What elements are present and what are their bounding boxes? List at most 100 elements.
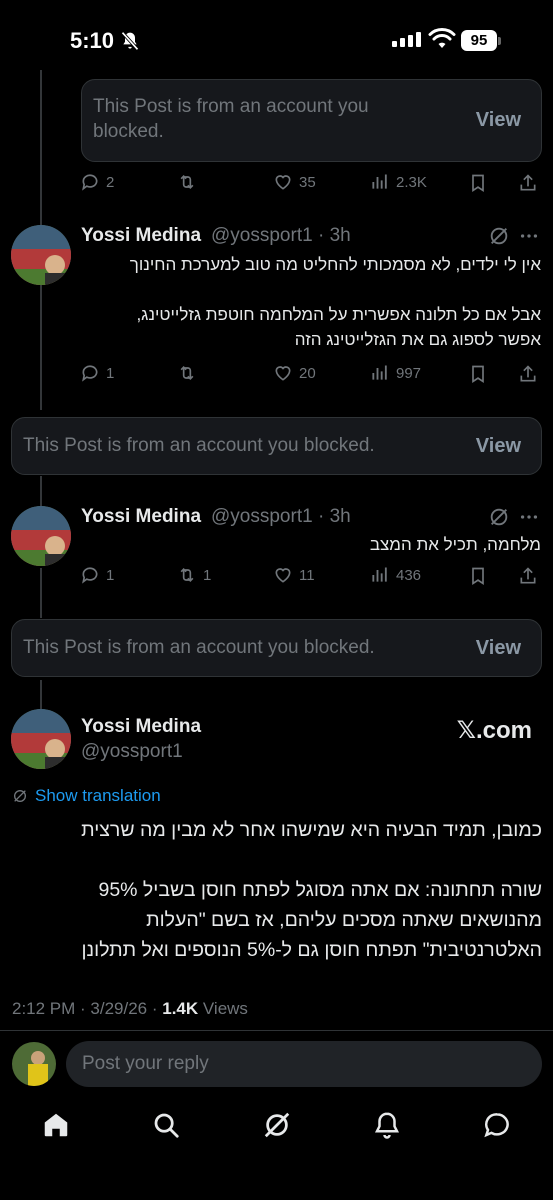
- author-handle[interactable]: @yossport1: [211, 506, 313, 528]
- user-avatar-image: [12, 1042, 56, 1086]
- blocked-post-text: This Post is from an account you blocked…: [23, 435, 375, 456]
- reply-count: 1: [106, 364, 115, 382]
- share-icon[interactable]: [518, 363, 538, 385]
- avatar[interactable]: [11, 709, 71, 769]
- x-com-badge: 𝕏.com: [456, 717, 532, 744]
- action-bar: 1 20 997: [80, 363, 540, 387]
- avatar[interactable]: [11, 506, 71, 566]
- like-count: 35: [299, 173, 316, 191]
- like-icon: [275, 568, 291, 583]
- divider: [0, 1030, 553, 1031]
- avatar[interactable]: [11, 225, 71, 285]
- views-count: 2.3K: [396, 173, 427, 191]
- repost-icon: [180, 365, 194, 381]
- repost-icon: [180, 567, 194, 583]
- bookmark-icon[interactable]: [468, 363, 488, 385]
- author-handle[interactable]: @yossport1: [81, 741, 183, 763]
- avatar-image: [11, 709, 71, 769]
- grok-icon[interactable]: [262, 1110, 292, 1140]
- blocked-post-card[interactable]: This Post is from an account you blocked…: [11, 417, 542, 475]
- views-label: Views: [198, 999, 248, 1018]
- notifications-icon[interactable]: [372, 1110, 402, 1140]
- battery-indicator: 95: [461, 30, 497, 51]
- reply-button[interactable]: 2: [80, 172, 114, 192]
- search-icon[interactable]: [151, 1110, 181, 1140]
- blocked-post-card[interactable]: This Post is from an account you blocked…: [81, 79, 542, 162]
- reply-input[interactable]: Post your reply: [66, 1041, 542, 1087]
- more-icon[interactable]: [518, 506, 540, 528]
- blocked-post-text: This Post is from an account you blocked…: [93, 96, 369, 142]
- avatar-image: [11, 225, 71, 285]
- grok-icon[interactable]: [488, 506, 510, 528]
- thread-line: [40, 476, 42, 506]
- share-icon[interactable]: [518, 172, 538, 194]
- reply-button[interactable]: 1: [80, 565, 114, 585]
- like-count: 11: [299, 566, 315, 584]
- blocked-post-text: This Post is from an account you blocked…: [23, 637, 375, 658]
- thread-line: [40, 680, 42, 710]
- grok-icon[interactable]: [488, 225, 510, 247]
- post-text: אין לי ילדים, לא מסמכותי להחליט מה טוב ל…: [129, 255, 541, 349]
- author-name[interactable]: Yossi Medina: [81, 506, 201, 528]
- show-translation-link[interactable]: Show translation: [35, 786, 161, 806]
- reply-count: 1: [106, 566, 115, 584]
- avatar-image: [11, 506, 71, 566]
- globe-icon: [14, 790, 26, 802]
- signal-icon: [392, 32, 421, 47]
- views-count: 1.4K: [162, 999, 199, 1018]
- views-button[interactable]: 2.3K: [370, 172, 427, 192]
- more-icon[interactable]: [518, 225, 540, 247]
- reply-button[interactable]: 1: [80, 363, 114, 383]
- post-meta: 2:12 PM · 3/29/26 · 1.4K Views: [12, 999, 248, 1019]
- bell-off-icon: [121, 31, 139, 51]
- author-name[interactable]: Yossi Medina: [81, 225, 201, 247]
- views-icon: [372, 365, 387, 380]
- post-text: כמובן, תמיד הבעיה היא שמישהו אחר לא מבין…: [81, 819, 542, 961]
- repost-count: 1: [203, 566, 212, 584]
- view-button[interactable]: View: [476, 637, 521, 660]
- views-count: 436: [396, 566, 422, 584]
- views-icon: [372, 174, 387, 189]
- post-text: מלחמה, תכיל את המצב: [369, 535, 541, 554]
- repost-icon: [180, 174, 194, 190]
- like-count: 20: [299, 364, 316, 382]
- like-icon: [275, 175, 291, 190]
- status-time: 5:10: [70, 28, 115, 53]
- messages-icon[interactable]: [482, 1110, 512, 1140]
- like-button[interactable]: 11: [273, 565, 315, 585]
- bottom-nav: [0, 1100, 553, 1160]
- home-indicator-area: [0, 1160, 553, 1200]
- action-bar: 1 1 11 436: [80, 565, 540, 589]
- view-button[interactable]: View: [476, 435, 521, 458]
- share-icon[interactable]: [518, 565, 538, 587]
- battery-nub: [498, 37, 501, 45]
- reply-icon: [82, 567, 98, 584]
- reply-icon: [82, 174, 98, 191]
- views-icon: [372, 567, 387, 582]
- like-button[interactable]: 20: [273, 363, 316, 383]
- wifi-icon: [428, 28, 456, 48]
- action-bar: 2 35 2.3K: [80, 172, 540, 196]
- author-handle[interactable]: @yossport1: [211, 225, 313, 247]
- post-time: · 3h: [318, 506, 351, 527]
- views-count: 997: [396, 364, 422, 382]
- views-button[interactable]: 997: [370, 363, 421, 383]
- author-name[interactable]: Yossi Medina: [81, 716, 201, 738]
- views-button[interactable]: 436: [370, 565, 421, 585]
- post-time: · 3h: [318, 225, 351, 246]
- view-button[interactable]: View: [476, 109, 521, 132]
- like-button[interactable]: 35: [273, 172, 316, 192]
- repost-button[interactable]: 1: [177, 565, 211, 585]
- blocked-post-card[interactable]: This Post is from an account you blocked…: [11, 619, 542, 677]
- user-avatar[interactable]: [12, 1042, 56, 1086]
- home-icon[interactable]: [41, 1110, 71, 1140]
- bookmark-icon[interactable]: [468, 172, 488, 194]
- reply-count: 2: [106, 173, 115, 191]
- post-timestamp: 2:12 PM · 3/29/26 ·: [12, 999, 163, 1018]
- reply-icon: [82, 365, 98, 382]
- repost-button[interactable]: [177, 172, 203, 192]
- like-icon: [275, 366, 291, 381]
- thread-line: [40, 568, 42, 618]
- bookmark-icon[interactable]: [468, 565, 488, 587]
- repost-button[interactable]: [177, 363, 203, 383]
